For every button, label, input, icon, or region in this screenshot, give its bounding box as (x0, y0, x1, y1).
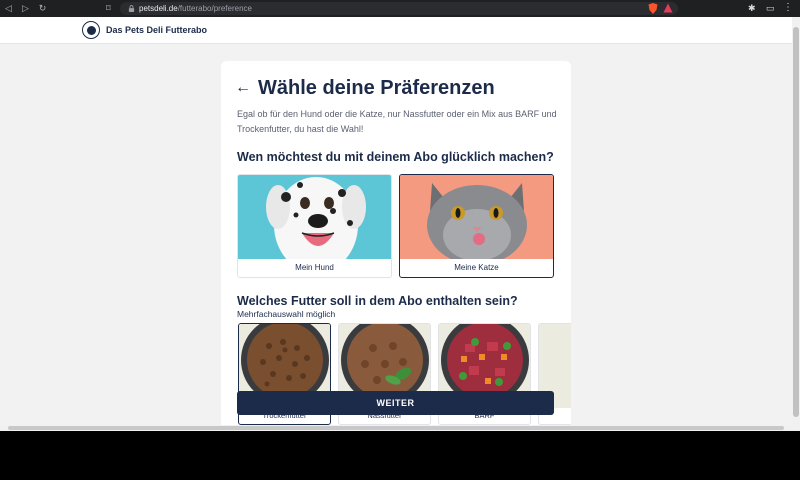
page-title: Wähle deine Präferenzen (258, 77, 495, 99)
dog-image (238, 175, 391, 259)
multi-select-hint: Mehrfachauswahl möglich (237, 309, 336, 319)
pet-label-cat: Meine Katze (454, 262, 499, 272)
weiter-button[interactable]: WEITER (237, 391, 554, 415)
pet-option-dog[interactable]: Mein Hund (237, 174, 392, 278)
site-header: Das Pets Deli Futterabo (0, 17, 792, 44)
reload-icon[interactable]: ↻ (34, 0, 51, 17)
pets-deli-logo-icon[interactable] (82, 21, 100, 39)
question-food: Welches Futter soll in dem Abo enthalten… (237, 294, 518, 308)
preference-card: ← Wähle deine Präferenzen Egal ob für de… (221, 61, 571, 425)
url-path: /futterabo/preference (177, 4, 252, 13)
window-icon[interactable]: ▭ (766, 3, 775, 14)
forward-nav-icon[interactable]: ▷ (17, 0, 34, 17)
cat-image (400, 175, 553, 259)
pet-option-cat[interactable]: Meine Katze (399, 174, 554, 278)
url-host: petsdeli.de (139, 4, 178, 13)
intro-text: Egal ob für den Hund oder die Katze, nur… (237, 109, 557, 134)
extensions-icon[interactable]: ✱ (748, 3, 756, 14)
address-bar[interactable]: petsdeli.de/futterabo/preference (120, 2, 678, 15)
screen-bottom (0, 431, 800, 480)
bookmark-icon[interactable]: ⌑ (106, 3, 116, 13)
brave-shield-icon[interactable] (648, 3, 658, 14)
brave-rewards-icon[interactable] (663, 3, 673, 13)
lock-icon (128, 5, 135, 12)
vertical-scrollbar[interactable] (792, 17, 800, 425)
hscroll-thumb[interactable] (8, 426, 784, 430)
page-viewport: Das Pets Deli Futterabo ← Wähle deine Pr… (0, 17, 792, 425)
pet-label-dog: Mein Hund (295, 262, 334, 272)
question-pet: Wen möchtest du mit deinem Abo glücklich… (237, 150, 554, 164)
brand-name[interactable]: Das Pets Deli Futterabo (106, 25, 207, 35)
back-arrow-icon[interactable]: ← (235, 80, 251, 96)
scroll-thumb[interactable] (793, 27, 799, 417)
menu-icon[interactable]: ⋮ (783, 2, 793, 13)
back-nav-icon[interactable]: ◁ (0, 0, 17, 17)
